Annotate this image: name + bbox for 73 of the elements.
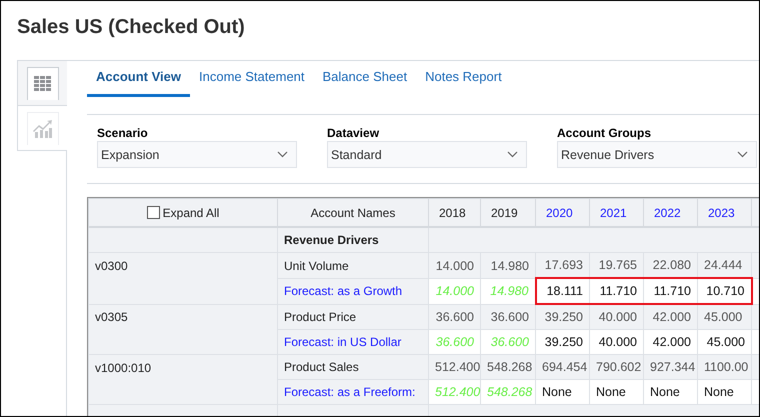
header-cell: 2018	[428, 198, 480, 228]
side-tab[interactable]	[17, 106, 67, 151]
side-tab[interactable]	[17, 61, 67, 106]
table-cell: 22.080	[644, 252, 698, 278]
chevron-down-icon	[737, 151, 748, 158]
checkbox[interactable]	[146, 206, 160, 219]
table-cell: 927.344	[644, 354, 698, 380]
table-cell: 24.444	[698, 252, 752, 278]
input-cell[interactable]: 40.000	[590, 330, 644, 355]
table-cell: v0305	[88, 304, 278, 330]
header-cell: 2022	[644, 198, 698, 228]
input-cell[interactable]: 45.000	[698, 330, 752, 355]
forecast-link[interactable]: Forecast: in US Dollar	[278, 330, 428, 355]
input-cell[interactable]: 10.710	[698, 278, 752, 304]
table-cell: 512.400	[428, 380, 480, 405]
table-cell: 512.400	[428, 354, 480, 380]
filter-label: Account Groups	[557, 126, 652, 142]
chart-icon	[32, 120, 52, 138]
chevron-down-icon	[277, 151, 288, 158]
table-cell: 548.268	[480, 380, 536, 405]
header-cell: 2021	[590, 198, 644, 228]
table-cell: 548.268	[480, 354, 536, 380]
table-cell: v1000:010	[88, 354, 278, 380]
table-cell: 1100.00	[698, 354, 752, 380]
table-cell: Revenue Drivers	[278, 227, 428, 253]
filter-dropdown[interactable]: Revenue Drivers	[557, 141, 757, 168]
table-cell: 36.600	[480, 330, 536, 355]
input-cell[interactable]: 11.710	[590, 278, 644, 304]
table-cell: 694.454	[536, 354, 590, 380]
input-cell[interactable]: None	[590, 380, 644, 405]
table-cell: 42.000	[644, 304, 698, 330]
tab[interactable]: Income Statement	[190, 69, 314, 98]
header-cell: 2023	[698, 198, 752, 228]
table-cell: 19.765	[590, 252, 644, 278]
table-cell: Unit Volume	[278, 252, 428, 278]
filter-label: Scenario	[97, 126, 149, 142]
filter-dropdown[interactable]: Standard	[327, 141, 527, 168]
input-cell[interactable]: 18.111	[536, 278, 590, 304]
filter-dropdown[interactable]: Expansion	[97, 141, 297, 168]
header-cell: 2019	[480, 198, 536, 228]
table-cell: 14.980	[480, 252, 536, 278]
table-cell: 36.600	[428, 330, 480, 355]
forecast-link[interactable]: Forecast: as a Freeform:	[278, 380, 428, 405]
forecast-link[interactable]: Forecast: as a Growth	[278, 278, 428, 304]
tab[interactable]: Balance Sheet	[314, 69, 416, 98]
input-cell[interactable]: 11.710	[644, 278, 698, 304]
input-cell[interactable]: 42.000	[644, 330, 698, 355]
header-cell[interactable]: Expand All	[88, 198, 278, 228]
table-cell: Product Price	[278, 304, 428, 330]
tab[interactable]: Account View	[87, 69, 190, 98]
chevron-down-icon	[507, 151, 518, 158]
input-cell[interactable]: None	[698, 380, 752, 405]
table-cell: 40.000	[590, 304, 644, 330]
table-cell: 17.693	[536, 252, 590, 278]
table-cell: 36.600	[480, 304, 536, 330]
input-cell[interactable]: 39.250	[536, 330, 590, 355]
table-cell: 45.000	[698, 304, 752, 330]
table-cell: 14.980	[480, 278, 536, 304]
table-cell: Product Sales	[278, 354, 428, 380]
filter-label: Dataview	[327, 126, 380, 142]
table-cell: 39.250	[536, 304, 590, 330]
table-cell: v0300	[88, 252, 278, 278]
table-cell: 14.000	[428, 252, 480, 278]
header-cell: Account Names	[278, 198, 428, 228]
input-cell[interactable]: None	[536, 380, 590, 405]
grid-icon	[34, 76, 52, 92]
table-cell: 790.602	[590, 354, 644, 380]
page-title: Sales US (Checked Out)	[17, 15, 246, 40]
table-cell: 36.600	[428, 304, 480, 330]
tab[interactable]: Notes Report	[416, 69, 511, 98]
header-cell: 2020	[536, 198, 590, 228]
input-cell[interactable]: None	[644, 380, 698, 405]
table-cell: 14.000	[428, 278, 480, 304]
